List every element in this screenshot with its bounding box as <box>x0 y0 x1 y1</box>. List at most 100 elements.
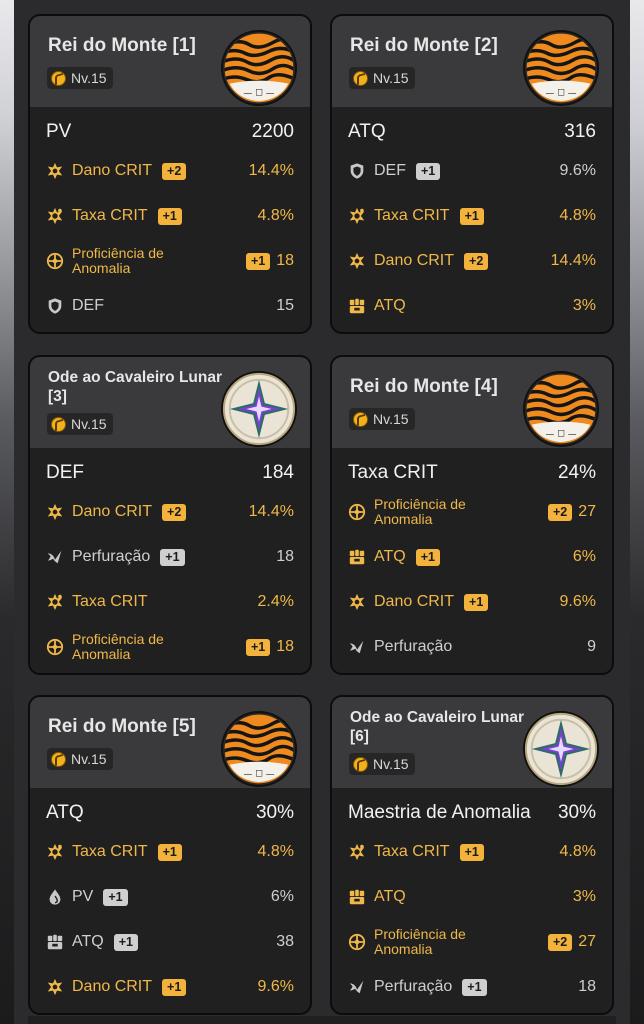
substat-value: 18 <box>276 548 294 565</box>
substat-name: Dano CRIT <box>72 978 153 995</box>
atk-icon <box>46 933 64 951</box>
substat-value: 4.8% <box>559 207 596 224</box>
level-badge: Nv.15 <box>349 753 415 775</box>
substat-row: Perfuração 9 <box>332 627 612 667</box>
anomaly-icon <box>46 252 64 270</box>
disc-title: Rei do Monte [4] <box>350 376 498 397</box>
main-stat-name: Taxa CRIT <box>348 462 438 483</box>
svg-text:— ☐ —: — ☐ — <box>546 88 577 98</box>
substat-name: Proficiência de Anomalia <box>72 245 164 276</box>
substat-value: 3% <box>572 888 596 905</box>
substat-name: Taxa CRIT <box>374 207 450 224</box>
s-rank-icon <box>353 756 368 772</box>
main-stat-name: DEF <box>46 462 84 483</box>
crit-rate-icon <box>46 843 64 861</box>
substat-name: Dano CRIT <box>374 593 455 610</box>
substat-value: 4.8% <box>559 843 596 860</box>
substat-name: Taxa CRIT <box>72 207 148 224</box>
substat-value: 18 <box>578 978 596 995</box>
substat-value: 6% <box>270 888 294 905</box>
substat-row: Taxa CRIT +1 4.8% <box>332 832 612 872</box>
main-stat: ATQ 30% <box>30 798 310 828</box>
anomaly-icon <box>46 638 64 656</box>
disc-title: Rei do Monte [1] <box>48 35 196 56</box>
substat-name: ATQ <box>374 548 406 565</box>
substat-row: Taxa CRIT +1 4.8% <box>30 832 310 872</box>
level-badge: Nv.15 <box>47 748 113 770</box>
upgrade-badge: +1 <box>459 207 484 225</box>
disc-card[interactable]: Ode ao Cavaleiro Lunar [6] Nv.15 Maestri… <box>330 695 614 1015</box>
substat-row: Taxa CRIT +1 4.8% <box>332 196 612 236</box>
next-row-peek <box>28 1016 616 1024</box>
level-badge: Nv.15 <box>349 67 415 89</box>
main-stat-name: Maestria de Anomalia <box>348 802 531 823</box>
upgrade-badge: +1 <box>415 548 440 566</box>
main-stat-value: 30% <box>255 802 294 823</box>
upgrade-badge: +1 <box>162 978 187 996</box>
substat-value: 9.6% <box>559 593 596 610</box>
pen-icon <box>348 978 366 996</box>
substat-row: Proficiência de Anomalia +2 27 <box>332 922 612 962</box>
main-stat-value: 316 <box>564 121 596 142</box>
crit-rate-icon <box>348 207 366 225</box>
substat-value: 14.4% <box>248 503 294 520</box>
main-stat: ATQ 316 <box>332 117 612 147</box>
substat-name: Taxa CRIT <box>72 593 148 610</box>
crit-rate-icon <box>46 593 64 611</box>
s-rank-icon <box>51 416 66 432</box>
crit-rate-icon <box>348 843 366 861</box>
disc-card[interactable]: Ode ao Cavaleiro Lunar [3] Nv.15 DEF 184… <box>28 355 312 675</box>
substat-row: Dano CRIT +2 14.4% <box>30 492 310 532</box>
upgrade-badge: +2 <box>547 503 573 521</box>
substat-value: 18 <box>276 252 294 269</box>
main-stat: Taxa CRIT 24% <box>332 458 612 488</box>
substat-name: ATQ <box>374 297 406 314</box>
upgrade-badge: +2 <box>547 933 573 951</box>
pen-icon <box>46 548 64 566</box>
moon-knight-disc-icon <box>220 370 298 448</box>
upgrade-badge: +1 <box>416 162 441 180</box>
hp-icon <box>46 888 64 906</box>
atk-icon <box>348 548 366 566</box>
level-text: Nv.15 <box>373 70 409 86</box>
substat-name: Proficiência de Anomalia <box>374 926 466 957</box>
substat-name: Proficiência de Anomalia <box>374 496 466 527</box>
main-stat-value: 184 <box>262 462 294 483</box>
anomaly-icon <box>348 933 366 951</box>
main-stat-name: PV <box>46 121 72 142</box>
substat-name: DEF <box>72 297 104 314</box>
level-badge: Nv.15 <box>349 408 415 430</box>
crit-dmg-icon <box>348 593 366 611</box>
s-rank-icon <box>51 751 66 767</box>
substat-name: ATQ <box>374 888 406 905</box>
disc-card[interactable]: Rei do Monte [5] Nv.15 — ☐ — ATQ 30% Tax… <box>28 695 312 1015</box>
disc-card[interactable]: Rei do Monte [2] Nv.15 — ☐ — ATQ 316 DEF… <box>330 14 614 334</box>
substat-row: DEF 15 <box>30 286 310 326</box>
substat-value: 14.4% <box>248 162 294 179</box>
substat-row: Proficiência de Anomalia +2 27 <box>332 492 612 532</box>
disc-card[interactable]: Rei do Monte [4] Nv.15 — ☐ — Taxa CRIT 2… <box>330 355 614 675</box>
atk-icon <box>348 297 366 315</box>
main-stat-value: 2200 <box>251 121 294 142</box>
substat-name: Perfuração <box>374 638 453 655</box>
upgrade-badge: +1 <box>103 888 128 906</box>
substat-row: ATQ +1 38 <box>30 922 310 962</box>
substat-value: 15 <box>276 297 294 314</box>
level-text: Nv.15 <box>373 411 409 427</box>
substat-name: Proficiência de Anomalia <box>72 631 164 662</box>
substat-row: Taxa CRIT 2.4% <box>30 582 310 622</box>
substat-value: 9.6% <box>257 978 294 995</box>
disc-card[interactable]: Rei do Monte [1] Nv.15 — ☐ — PV 2200 Dan… <box>28 14 312 334</box>
substat-row: Proficiência de Anomalia +1 18 <box>30 627 310 667</box>
s-rank-icon <box>353 70 368 86</box>
crit-dmg-icon <box>46 978 64 996</box>
main-stat-name: ATQ <box>348 121 386 142</box>
upgrade-badge: +1 <box>245 252 271 270</box>
substat-value: 14.4% <box>550 252 596 269</box>
tiger-disc-icon: — ☐ — <box>220 29 298 107</box>
upgrade-badge: +1 <box>459 843 484 861</box>
substat-name: Dano CRIT <box>72 162 153 179</box>
substat-value: 27 <box>578 503 596 520</box>
tiger-disc-icon: — ☐ — <box>522 29 600 107</box>
substat-value: 9 <box>587 638 596 655</box>
